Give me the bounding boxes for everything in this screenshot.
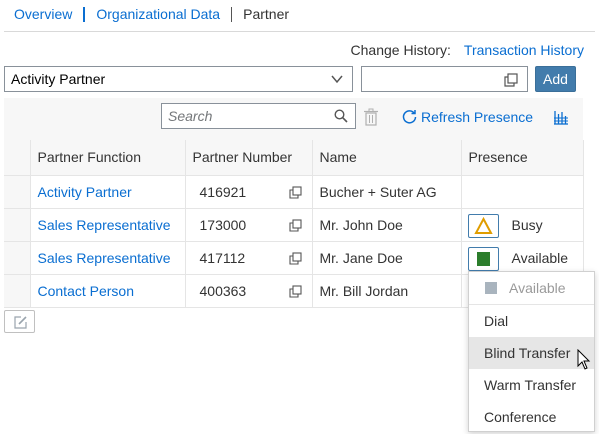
partner-function-link[interactable]: Sales Representative xyxy=(30,208,186,242)
chevron-down-icon xyxy=(331,75,343,84)
menu-item-blind-transfer[interactable]: Blind Transfer xyxy=(469,337,594,369)
divider xyxy=(4,31,595,32)
presence-context-menu: Available Dial Blind Transfer Warm Trans… xyxy=(468,271,595,432)
presence-cell xyxy=(461,175,584,209)
add-button[interactable]: Add xyxy=(535,66,576,92)
search-input[interactable]: Search xyxy=(161,103,356,129)
partner-function-select-value: Activity Partner xyxy=(11,71,106,87)
menu-item-available: Available xyxy=(469,272,594,304)
presence-button[interactable] xyxy=(467,213,499,238)
partner-number-cell: 400363 xyxy=(185,274,313,308)
table-settings-icon[interactable] xyxy=(553,109,569,125)
mouse-cursor-icon xyxy=(577,349,591,370)
row-selector[interactable] xyxy=(4,175,31,209)
partner-number-cell: 417112 xyxy=(185,241,313,275)
menu-status-label: Available xyxy=(509,280,566,296)
copy-icon[interactable] xyxy=(288,185,302,199)
presence-button[interactable] xyxy=(467,246,499,271)
tab-overview[interactable]: Overview xyxy=(14,6,72,22)
partner-number-cell: 416921 xyxy=(185,175,313,209)
warning-triangle-icon xyxy=(473,216,493,234)
presence-cell: Busy xyxy=(461,208,584,242)
available-square-icon xyxy=(485,282,497,294)
row-selector[interactable] xyxy=(4,241,31,275)
presence-status: Available xyxy=(511,249,569,266)
refresh-presence-button[interactable]: Refresh Presence xyxy=(401,108,533,125)
partner-function-link[interactable]: Activity Partner xyxy=(30,175,186,209)
presence-cell: Available xyxy=(461,241,584,275)
row-selector[interactable] xyxy=(4,274,31,308)
presence-status: Busy xyxy=(511,216,543,233)
tab-separator xyxy=(83,6,86,22)
partner-number-input[interactable] xyxy=(361,66,528,92)
partner-name: Bucher + Suter AG xyxy=(312,175,462,209)
partner-number: 416921 xyxy=(199,183,247,200)
column-header-partner-number[interactable]: Partner Number xyxy=(185,140,313,176)
edit-button[interactable] xyxy=(4,310,35,333)
tab-partner[interactable]: Partner xyxy=(243,6,289,22)
table-row[interactable]: Activity Partner 416921 Bucher + Suter A… xyxy=(4,175,584,209)
table-row[interactable]: Sales Representative 173000 Mr. John Doe… xyxy=(4,208,584,242)
edit-icon xyxy=(14,316,27,329)
row-selector-header xyxy=(4,140,31,176)
partner-name: Mr. John Doe xyxy=(312,208,462,242)
tab-bar: Overview Organizational Data Partner xyxy=(14,5,289,23)
partner-number: 173000 xyxy=(199,216,247,233)
transaction-history-link[interactable]: Transaction History xyxy=(464,42,584,58)
menu-item-warm-transfer[interactable]: Warm Transfer xyxy=(469,369,594,401)
change-history-label: Change History: xyxy=(350,42,451,58)
column-header-partner-function[interactable]: Partner Function xyxy=(30,140,186,176)
partner-name: Mr. Jane Doe xyxy=(312,241,462,275)
copy-icon[interactable] xyxy=(288,218,302,232)
search-icon[interactable] xyxy=(334,109,348,123)
table-header-row: Partner Function Partner Number Name Pre… xyxy=(4,140,584,176)
available-square-icon xyxy=(476,251,490,266)
partner-name: Mr. Bill Jordan xyxy=(312,274,462,308)
refresh-presence-label: Refresh Presence xyxy=(421,108,534,125)
tab-organizational-data[interactable]: Organizational Data xyxy=(96,6,220,22)
row-selector[interactable] xyxy=(4,208,31,242)
change-history: Change History: Transaction History xyxy=(351,42,584,58)
delete-icon[interactable] xyxy=(363,108,379,126)
partner-function-link[interactable]: Contact Person xyxy=(30,274,186,308)
menu-item-dial[interactable]: Dial xyxy=(469,305,594,337)
value-help-icon[interactable] xyxy=(504,73,518,87)
copy-icon[interactable] xyxy=(288,251,302,265)
partner-function-select[interactable]: Activity Partner xyxy=(4,66,353,92)
table-toolbar: Search Refresh Presence xyxy=(4,98,583,140)
partner-number: 417112 xyxy=(199,249,246,266)
copy-icon[interactable] xyxy=(288,284,302,298)
partner-number: 400363 xyxy=(199,282,247,299)
refresh-icon xyxy=(402,110,417,124)
search-placeholder: Search xyxy=(168,108,213,124)
partner-number-cell: 173000 xyxy=(185,208,313,242)
partner-function-link[interactable]: Sales Representative xyxy=(30,241,186,275)
menu-item-conference[interactable]: Conference xyxy=(469,401,594,433)
tab-separator xyxy=(231,6,233,22)
column-header-name[interactable]: Name xyxy=(312,140,462,176)
column-header-presence[interactable]: Presence xyxy=(461,140,584,176)
table-row[interactable]: Sales Representative 417112 Mr. Jane Doe… xyxy=(4,241,584,275)
